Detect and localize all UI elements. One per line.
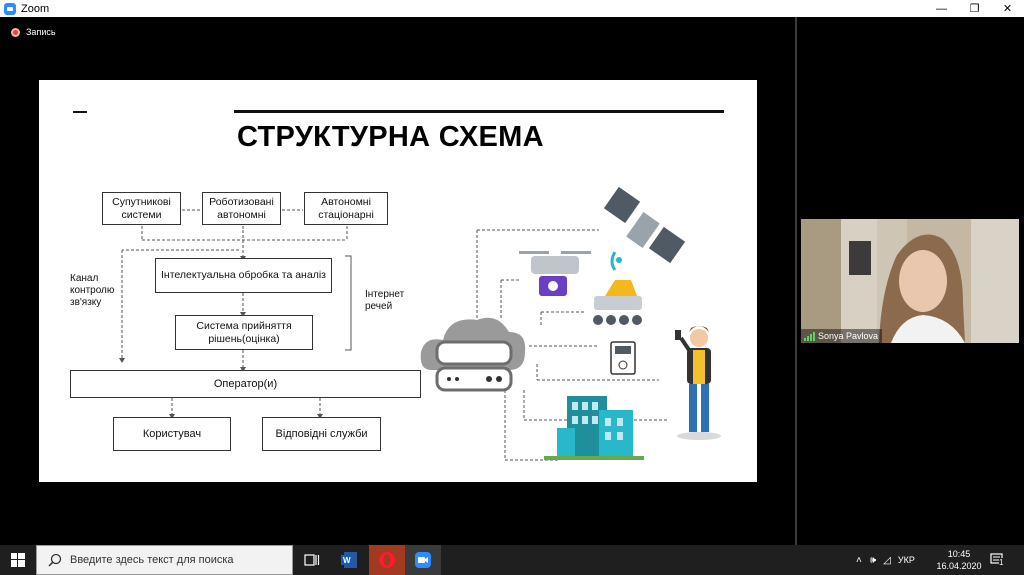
restore-button[interactable]: ❐ [958,0,991,17]
search-icon [48,553,62,567]
task-view-icon [304,554,320,566]
task-view-button[interactable] [294,545,330,575]
clock-date: 16.04.2020 [936,561,982,571]
close-button[interactable]: ✕ [991,0,1024,17]
participant-name-bar: Sonya Pavlova [801,329,883,343]
taskbar-search-box[interactable]: Введите здесь текст для поиска [36,545,293,575]
participant-video[interactable]: Sonya Pavlova [801,219,1019,343]
rover-icon [593,280,642,325]
satellite-icon [603,186,686,271]
participant-video-frame [801,219,1019,343]
recording-indicator[interactable]: Запись [11,27,56,37]
word-icon: W [341,552,357,568]
signal-strength-icon [804,331,815,341]
person-icon [675,326,721,440]
participant-name: Sonya Pavlova [818,331,879,341]
sensor-device-icon [610,341,636,375]
recording-label: Запись [26,27,56,37]
start-button[interactable] [0,545,36,575]
svg-text:W: W [343,556,351,565]
panel-divider[interactable] [795,17,797,545]
search-placeholder: Введите здесь текст для поиска [70,554,234,566]
opera-taskbar-button[interactable] [369,545,405,575]
drone-icon [519,251,591,296]
zoom-app-icon [415,552,431,568]
windows-logo-icon [11,553,25,567]
notifications-button[interactable]: 1 [990,552,1008,568]
volume-icon[interactable]: 🕪 [870,555,876,566]
language-indicator[interactable]: УКР [898,555,915,565]
app-title: Zoom [21,2,50,15]
word-taskbar-button[interactable]: W [331,545,367,575]
clock-time: 10:45 [947,549,971,559]
clock[interactable]: 10:45 16.04.2020 [932,548,986,572]
record-icon [11,27,20,37]
zoom-logo-icon [4,2,16,15]
minimize-button[interactable]: — [925,0,958,17]
window-controls: — ❐ ✕ [925,0,1024,17]
title-bar[interactable]: Zoom — ❐ ✕ [0,0,1024,17]
iot-illustrations [420,186,721,460]
system-tray: ˄ 🕪 ◿ УКР [856,545,915,575]
zoom-taskbar-button[interactable] [405,545,441,575]
cloud-server-icon [420,317,526,392]
network-icon[interactable]: ◿ [883,555,891,566]
chevron-up-icon[interactable]: ˄ [856,555,862,566]
buildings-icon [544,396,644,460]
shared-slide: СТРУКТУРНА СХЕМА Супутникові системи Роб… [39,80,757,482]
zoom-window: Zoom — ❐ ✕ Запись СТРУКТУРНА СХЕМА Супут… [0,0,1024,575]
opera-icon [379,552,395,568]
windows-taskbar: Введите здесь текст для поиска W ˄ 🕪 ◿ У… [0,545,1024,575]
notification-count: 1 [999,558,1004,567]
